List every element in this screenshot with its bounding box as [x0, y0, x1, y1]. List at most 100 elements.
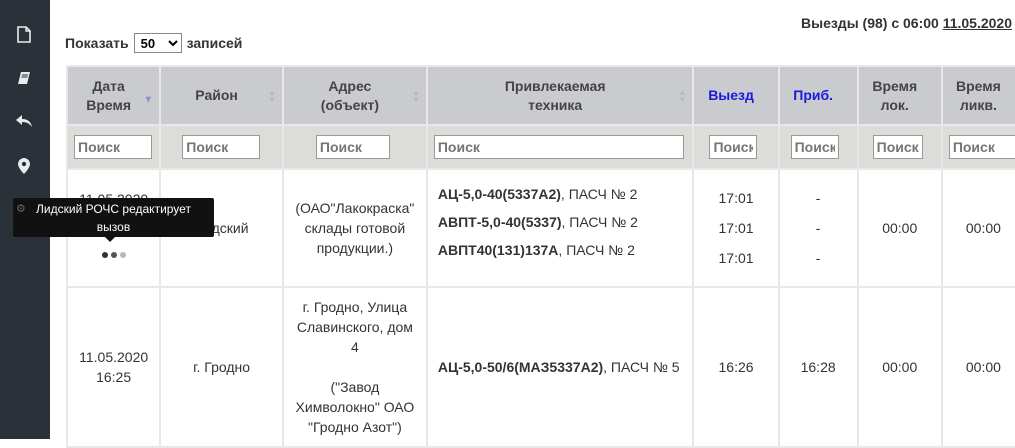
- cell-departure: 17:01 17:01 17:01: [692, 168, 780, 288]
- filter-cell: [65, 124, 162, 170]
- length-suffix: записей: [186, 35, 243, 51]
- cell-arrival: - - -: [777, 168, 859, 288]
- cell-liq-time: 00:00: [940, 286, 1015, 448]
- cell-equipment: АЦ-5,0-40(5337А2), ПАСЧ № 2 АВПТ-5,0-40(…: [425, 168, 695, 288]
- cell-loc-time: 00:00: [856, 286, 943, 448]
- station-name: , ПАСЧ № 2: [561, 214, 638, 230]
- filter-cell: [777, 124, 859, 170]
- sort-icon: ▲ ▼: [267, 87, 276, 104]
- col-label: Время: [872, 77, 918, 94]
- col-header-loc-time[interactable]: Время лок.: [856, 65, 943, 126]
- col-label: Время: [956, 77, 1001, 94]
- reply-icon[interactable]: [13, 110, 35, 132]
- address-line: Славинского, дом: [296, 319, 413, 335]
- equipment-line: АВПТ-5,0-40(5337), ПАСЧ № 2: [438, 208, 689, 236]
- cell-equipment: АЦ-5,0-50/6(МАЗ5337А2), ПАСЧ № 5: [425, 286, 695, 448]
- filter-datetime-input[interactable]: [74, 135, 152, 159]
- gear-icon: ⚙: [16, 203, 26, 215]
- sort-desc-icon: ▼: [143, 93, 154, 105]
- col-label: Выезд: [708, 87, 754, 103]
- sort-icon: ▲ ▼: [678, 87, 687, 104]
- page-length-control: Показать 50 записей: [65, 33, 242, 53]
- col-header-equipment[interactable]: Привлекаемая техника ▲ ▼: [425, 65, 695, 126]
- col-label: ликв.: [959, 96, 997, 113]
- filter-loc-time-input[interactable]: [872, 135, 923, 159]
- equipment-line: АЦ-5,0-40(5337А2), ПАСЧ № 2: [438, 180, 689, 208]
- filter-cell: [940, 124, 1015, 170]
- address-line: склады готовой: [304, 220, 406, 236]
- col-header-arrival[interactable]: Приб.: [777, 65, 859, 126]
- map-marker-icon[interactable]: [13, 155, 35, 177]
- row-date: 11.05.2020: [79, 349, 149, 365]
- dot: [110, 252, 117, 258]
- col-label: Приб.: [793, 87, 834, 103]
- address-line: 4: [350, 339, 359, 355]
- header-row: Дата Время ▼ Район ▲ ▼ Адрес (объект) ▲ ▼ …: [65, 65, 1015, 126]
- document-icon[interactable]: [13, 23, 35, 45]
- address-line: г. Гродно, Улица: [302, 299, 408, 315]
- book-icon[interactable]: [13, 67, 35, 89]
- unit-name: АЦ-5,0-50/6(МАЗ5337А2): [437, 359, 604, 375]
- dispatch-summary: Выезды (98) с 06:00 11.05.2020: [801, 15, 1012, 31]
- address-line: Химволокно" ОАО: [295, 399, 415, 415]
- row-time: 16:25: [96, 369, 132, 385]
- filter-cell: [281, 124, 428, 170]
- col-label: Адрес: [328, 77, 372, 94]
- departure-time: 17:01: [718, 250, 754, 266]
- cell-address: г. Гродно, Улица Славинского, дом 4 ("За…: [281, 286, 428, 448]
- col-header-liq-time[interactable]: Время ликв.: [940, 65, 1015, 126]
- cell-datetime: 11.05.2020 16:25: [65, 286, 162, 448]
- col-label: Район: [195, 87, 238, 103]
- unit-name: АВПТ40(131)137А: [437, 242, 559, 258]
- arrival-time: -: [815, 250, 821, 266]
- filter-arrival-input[interactable]: [790, 135, 839, 159]
- filter-cell: [856, 124, 943, 170]
- dot: [101, 252, 108, 258]
- col-header-datetime[interactable]: Дата Время ▼: [65, 65, 162, 126]
- loading-dots: [101, 252, 126, 258]
- filter-departure-input[interactable]: [709, 135, 758, 159]
- filter-row: [65, 124, 1015, 170]
- equipment-line: АЦ-5,0-50/6(МАЗ5337А2), ПАСЧ № 5: [438, 353, 689, 381]
- address-line: продукции.): [316, 240, 394, 256]
- filter-cell: [425, 124, 695, 170]
- filter-cell: [692, 124, 780, 170]
- tooltip-line: Лидский РОЧС редактирует: [36, 201, 191, 216]
- col-header-district[interactable]: Район ▲ ▼: [159, 65, 284, 126]
- summary-date-link[interactable]: 11.05.2020: [943, 15, 1012, 31]
- table-row[interactable]: 11.05.2020 16:25 г. Гродно г. Гродно, Ул…: [65, 286, 1015, 448]
- cell-arrival: 16:28: [777, 286, 859, 448]
- address-line: (ОАО"Лакокраска": [295, 200, 415, 216]
- station-name: , ПАСЧ № 5: [603, 359, 680, 375]
- dot: [119, 252, 126, 258]
- filter-cell: [159, 124, 284, 170]
- col-label: (объект): [320, 96, 379, 113]
- address-line: ("Завод: [330, 379, 380, 395]
- address-line: "Гродно Азот"): [308, 419, 402, 435]
- edit-status-tooltip: Лидский РОЧС редактирует вызов: [13, 198, 214, 237]
- cell-liq-time: 00:00: [940, 168, 1015, 288]
- sort-icon: ▲ ▼: [411, 87, 420, 104]
- tooltip-line: вызов: [96, 219, 131, 234]
- filter-equipment-input[interactable]: [433, 135, 684, 159]
- summary-text: Выезды (98) с 06:00: [801, 15, 939, 31]
- page-length-select[interactable]: 50: [133, 33, 182, 53]
- col-header-departure[interactable]: Выезд: [692, 65, 780, 126]
- calls-table: Дата Время ▼ Район ▲ ▼ Адрес (объект) ▲ ▼ …: [65, 65, 1015, 448]
- col-header-address[interactable]: Адрес (объект) ▲ ▼: [281, 65, 428, 126]
- filter-address-input[interactable]: [315, 135, 390, 159]
- cell-departure: 16:26: [692, 286, 780, 448]
- arrival-time: -: [815, 220, 821, 236]
- cell-district: г. Гродно: [159, 286, 284, 448]
- address-spacer: [288, 357, 422, 377]
- station-name: , ПАСЧ № 2: [560, 186, 638, 202]
- length-prefix: Показать: [65, 35, 129, 51]
- col-label: Привлекаемая: [504, 77, 606, 94]
- filter-liq-time-input[interactable]: [948, 135, 1015, 159]
- arrival-time: -: [815, 190, 821, 206]
- tooltip-arrow: [104, 236, 116, 242]
- equipment-line: АВПТ40(131)137А, ПАСЧ № 2: [438, 236, 689, 264]
- station-name: , ПАСЧ № 2: [558, 242, 635, 258]
- filter-district-input[interactable]: [182, 135, 261, 159]
- departure-time: 17:01: [718, 190, 754, 206]
